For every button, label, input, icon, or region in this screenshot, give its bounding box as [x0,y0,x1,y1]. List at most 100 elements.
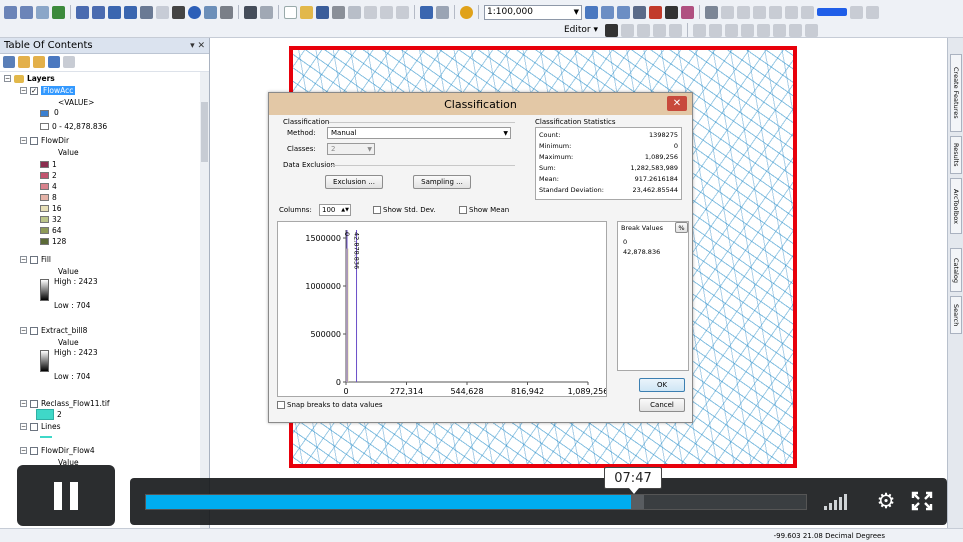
layers-group[interactable]: − Layers [4,74,55,83]
rotate-icon[interactable] [757,23,771,37]
layer-name[interactable]: FlowDir [41,136,69,145]
editor-toolbar-icon[interactable] [585,5,598,19]
redo-icon[interactable] [436,5,449,19]
copy-icon[interactable] [364,5,377,19]
volume-icon[interactable] [824,492,847,510]
layer-visibility-checkbox[interactable] [30,136,38,145]
fixed-zoom-out-icon[interactable] [92,5,105,19]
cut-polygon-icon[interactable] [725,23,739,37]
editor-menu[interactable]: Editor ▾ [560,25,602,35]
zoom-out-icon[interactable] [20,5,33,19]
python-window-icon[interactable] [665,5,678,19]
reshape-tool-icon[interactable] [737,5,750,19]
collapse-icon[interactable]: − [20,400,27,407]
dialog-title-bar[interactable]: Classification ✕ [269,93,692,115]
cut-icon[interactable] [348,5,361,19]
rotate-tool-icon[interactable] [785,5,798,19]
layer-flowdir-flow4[interactable]: − FlowDir_Flow4 [20,446,95,455]
layer-fill[interactable]: − Fill [20,255,51,264]
collapse-icon[interactable]: − [20,137,27,144]
model-builder-icon[interactable] [681,5,694,19]
fixed-zoom-in-icon[interactable] [76,5,89,19]
forward-extent-icon[interactable] [124,5,137,19]
layer-extract-bill8[interactable]: − Extract_bill8 [20,326,87,335]
split-icon[interactable] [741,23,755,37]
dock-tab-arctoolbox[interactable]: ArcToolbox [950,178,962,234]
sampling-button[interactable]: Sampling ... [413,175,471,189]
spinner-arrows-icon[interactable]: ▲▼ [341,207,350,213]
edit-annotation-icon[interactable] [621,23,635,37]
dock-tab-results[interactable]: Results [950,136,962,174]
collapse-icon[interactable]: − [4,75,11,82]
cancel-button[interactable]: Cancel [639,398,685,412]
straight-segment-icon[interactable] [637,23,651,37]
dock-tab-search[interactable]: Search [950,296,962,334]
collapse-icon[interactable]: − [20,256,27,263]
layer-name[interactable]: Reclass_Flow11.tif [41,399,110,408]
ok-button[interactable]: OK [639,378,685,392]
pan-icon[interactable] [36,5,49,19]
method-select[interactable]: Manual ▼ [327,127,511,139]
layer-lines[interactable]: − Lines [20,422,61,431]
layer-name[interactable]: Extract_bill8 [41,326,87,335]
toc-scrollbar-thumb[interactable] [201,102,208,162]
editor-tool-icon[interactable] [705,5,718,19]
attributes-icon[interactable] [801,5,814,19]
layer-visibility-checkbox[interactable]: ✓ [30,86,38,95]
list-by-source-icon[interactable] [18,56,30,68]
delete-icon[interactable] [396,5,409,19]
paste-icon[interactable] [380,5,393,19]
layer-name[interactable]: Lines [41,422,61,431]
layer-reclass-flow11[interactable]: − Reclass_Flow11.tif [20,399,110,408]
split-tool-icon[interactable] [769,5,782,19]
toc-options-icon[interactable] [63,56,75,68]
classes-select[interactable]: 2 ▼ [327,143,375,155]
clear-selection-icon[interactable] [156,5,169,19]
checkbox-box[interactable] [277,401,285,409]
histogram-chart[interactable]: 0 500000 1000000 1500000 0 272,314 544,628 816,… [277,221,608,397]
undo-icon[interactable] [420,5,433,19]
break-value-item[interactable]: 42,878.836 [623,248,660,256]
exclusion-button[interactable]: Exclusion ... [325,175,383,189]
gear-icon[interactable]: ⚙ [874,489,898,513]
create-features-icon[interactable] [866,5,879,19]
checkbox-box[interactable] [459,206,467,214]
html-popup-icon[interactable] [204,5,217,19]
sketch-tool-icon[interactable] [721,5,734,19]
new-document-icon[interactable] [284,5,297,19]
add-data-icon[interactable] [460,5,473,19]
create-features-window-icon[interactable] [805,23,819,37]
sketch-props-icon[interactable] [789,23,803,37]
identify-icon[interactable] [188,5,201,19]
full-extent-icon[interactable] [52,5,65,19]
close-icon[interactable]: ✕ [667,96,687,111]
columns-spinner[interactable]: 100 ▲▼ [319,204,351,216]
collapse-icon[interactable]: − [20,87,27,94]
print-icon[interactable] [332,5,345,19]
toc-window-controls[interactable]: ▾ ✕ [190,41,205,51]
list-by-drawing-order-icon[interactable] [3,56,15,68]
measure-icon[interactable] [220,5,233,19]
edit-tool-icon[interactable] [605,23,619,37]
pause-button[interactable] [17,465,115,526]
reshape-feature-icon[interactable] [709,23,723,37]
save-icon[interactable] [316,5,329,19]
layer-name[interactable]: Fill [41,255,51,264]
zoom-in-icon[interactable] [4,5,17,19]
layer-visibility-checkbox[interactable] [30,422,38,431]
color-swatch-icon[interactable] [817,8,847,16]
show-std-dev-checkbox[interactable]: Show Std. Dev. [373,206,436,214]
select-features-icon[interactable] [140,5,153,19]
attributes-table-icon[interactable] [773,23,787,37]
layer-visibility-checkbox[interactable] [30,446,38,455]
catalog-window-icon[interactable] [617,5,630,19]
map-scale-select[interactable]: 1:100,000 ▼ [484,4,582,20]
snap-breaks-checkbox[interactable]: Snap breaks to data values [277,401,383,409]
percent-button[interactable]: % [675,222,688,233]
edit-vertices-icon[interactable] [693,23,707,37]
dock-tab-catalog[interactable]: Catalog [950,248,962,292]
layer-visibility-checkbox[interactable] [30,326,38,335]
checkbox-box[interactable] [373,206,381,214]
layer-visibility-checkbox[interactable] [30,399,38,408]
collapse-icon[interactable]: − [20,327,27,334]
